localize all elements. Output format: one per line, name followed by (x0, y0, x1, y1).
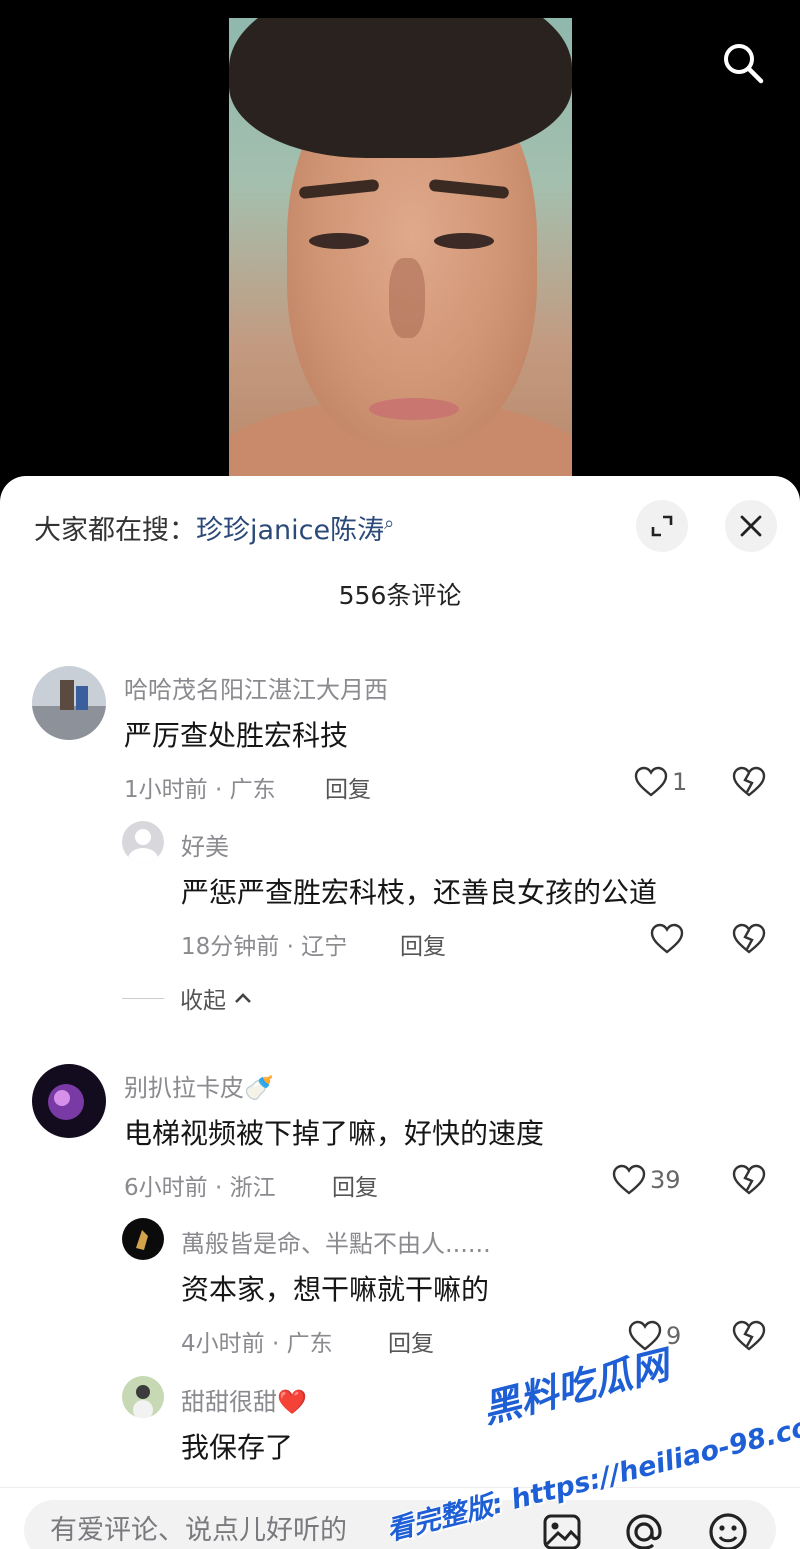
comment-meta: 6小时前 · 浙江 (124, 1175, 276, 1201)
broken-heart-icon (732, 923, 766, 954)
video-person-hair (229, 18, 572, 158)
like-count: 1 (672, 768, 688, 796)
reply-text: 严惩严查胜宏科枝，还善良女孩的公道 (181, 876, 658, 909)
reply-button[interactable]: 回复 (325, 770, 371, 804)
broken-heart-icon (732, 1164, 766, 1195)
expand-icon (651, 515, 673, 537)
trending-search-icon: ⌕ (384, 513, 395, 534)
reply-username[interactable]: 萬般皆是命、半點不由人...... (181, 1224, 491, 1259)
comment-text: 严厉查处胜宏科技 (124, 719, 349, 752)
collapse-divider (122, 997, 164, 999)
close-button[interactable] (725, 500, 777, 552)
reply-text: 资本家，想干嘛就干嘛的 (181, 1273, 490, 1306)
heart-icon (612, 1164, 646, 1195)
collapse-label: 收起 (180, 988, 226, 1014)
heart-icon (650, 923, 684, 954)
default-avatar-icon[interactable] (122, 821, 164, 863)
comment-text: 电梯视频被下掉了嘛，好快的速度 (124, 1117, 545, 1150)
like-button[interactable]: 39 (612, 1164, 681, 1196)
dislike-button[interactable] (732, 923, 766, 959)
chevron-up-icon (235, 993, 251, 1003)
reply-text: 我保存了 (181, 1431, 294, 1464)
video-frame[interactable] (229, 18, 572, 488)
reply-username[interactable]: 甜甜很甜❤️ (181, 1382, 307, 1417)
search-icon (724, 44, 764, 84)
mention-button[interactable] (622, 1510, 666, 1549)
heart-icon (634, 766, 668, 797)
trending-search[interactable]: 大家都在搜：珍珍janice陈涛⌕ (34, 508, 394, 547)
comment-count: 556条评论 (338, 581, 462, 610)
trending-term[interactable]: 珍珍janice陈涛 (196, 515, 384, 546)
trending-prefix: 大家都在搜： (34, 515, 196, 546)
reply-meta: 18分钟前 · 辽宁 (181, 934, 348, 960)
like-button[interactable]: 1 (634, 766, 687, 798)
red-heart-icon: ❤️ (277, 1388, 307, 1416)
comment-username[interactable]: 哈哈茂名阳江湛江大月西 (124, 670, 388, 705)
reply-username-text: 甜甜很甜 (181, 1388, 277, 1416)
broken-heart-icon (732, 1320, 766, 1351)
at-sign-icon (626, 1514, 662, 1549)
video-person-eye-left (309, 233, 369, 249)
reply-button[interactable]: 回复 (332, 1168, 378, 1202)
reply-button[interactable]: 回复 (388, 1324, 434, 1358)
reply-button[interactable]: 回复 (400, 927, 446, 961)
comment-meta: 1小时前 · 广东 (124, 777, 276, 803)
search-button[interactable] (718, 38, 768, 88)
video-player[interactable] (0, 0, 800, 500)
comment-username-text: 别扒拉卡皮 (124, 1074, 244, 1102)
comment-item: 哈哈茂名阳江湛江大月西 严厉查处胜宏科技 1小时前 · 广东 回复 1 (0, 666, 800, 803)
comment-item: 别扒拉卡皮🍼 电梯视频被下掉了嘛，好快的速度 6小时前 · 浙江 回复 39 (0, 1064, 800, 1201)
avatar[interactable] (122, 1376, 164, 1418)
reply-meta: 4小时前 · 广东 (181, 1331, 333, 1357)
reply-username[interactable]: 好美 (181, 827, 229, 862)
close-icon (740, 515, 762, 537)
image-button[interactable] (540, 1510, 584, 1549)
emoji-icon (709, 1513, 747, 1549)
reply-item: 萬般皆是命、半點不由人...... 资本家，想干嘛就干嘛的 4小时前 · 广东 … (0, 1218, 800, 1357)
avatar[interactable] (32, 1064, 106, 1138)
avatar[interactable] (32, 666, 106, 740)
collapse-replies-button[interactable]: 收起 (122, 981, 254, 1015)
reply-item: 好美 严惩严查胜宏科枝，还善良女孩的公道 18分钟前 · 辽宁 回复 (0, 821, 800, 960)
video-person-nose (389, 258, 425, 338)
comment-sheet-header: 大家都在搜：珍珍janice陈涛⌕ (0, 476, 800, 576)
broken-heart-icon (732, 766, 766, 797)
baby-bottle-icon: 🍼 (244, 1074, 274, 1102)
like-button[interactable] (650, 923, 684, 955)
image-icon (543, 1514, 581, 1549)
emoji-button[interactable] (706, 1510, 750, 1549)
dislike-button[interactable] (732, 1164, 766, 1200)
video-person-mouth (369, 398, 459, 420)
like-count: 9 (666, 1322, 682, 1350)
avatar[interactable] (122, 1218, 164, 1260)
video-person-eye-right (434, 233, 494, 249)
expand-button[interactable] (636, 500, 688, 552)
comment-username[interactable]: 别扒拉卡皮🍼 (124, 1068, 274, 1103)
comment-sheet: 大家都在搜：珍珍janice陈涛⌕ 556条评论 哈哈茂名阳江湛江大月西 严厉查… (0, 476, 800, 1549)
dislike-button[interactable] (732, 1320, 766, 1356)
like-count: 39 (650, 1166, 681, 1194)
dislike-button[interactable] (732, 766, 766, 802)
